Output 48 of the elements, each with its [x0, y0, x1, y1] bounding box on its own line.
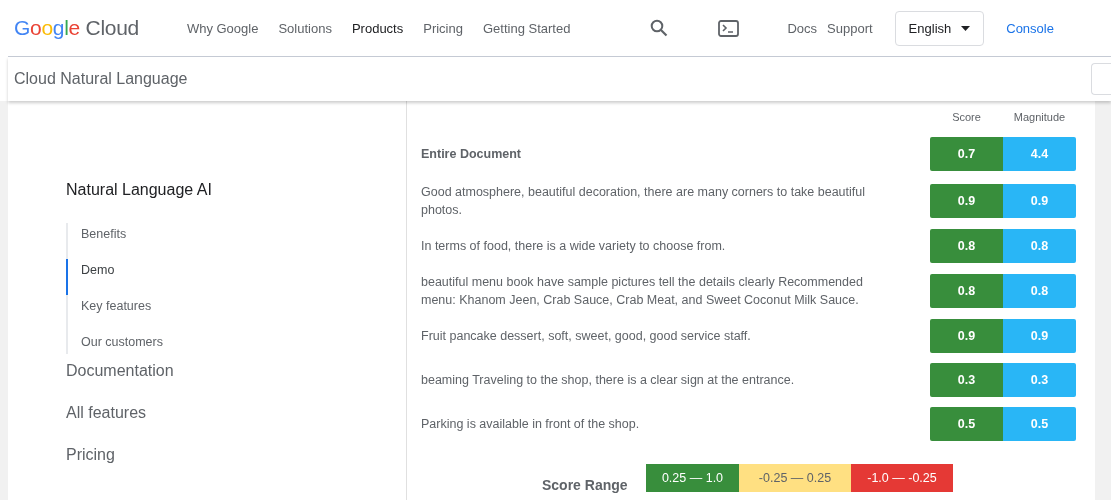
- magnitude-cell: 0.9: [1003, 319, 1076, 353]
- score-cell: 0.9: [930, 184, 1003, 218]
- sidebar-item[interactable]: Key features: [66, 295, 406, 331]
- score-range: -1.0 — -0.25: [851, 464, 953, 492]
- nav-link[interactable]: Solutions: [268, 20, 342, 36]
- nav-link[interactable]: Pricing: [413, 20, 473, 36]
- legend-label: Score Range: [542, 476, 629, 493]
- magnitude-cell: 0.3: [1003, 363, 1076, 397]
- score-cell: 0.8: [930, 274, 1003, 308]
- terminal-icon[interactable]: [718, 19, 740, 37]
- language-dropdown[interactable]: English: [894, 10, 985, 46]
- nav-link[interactable]: Docs: [787, 20, 818, 36]
- nav-link[interactable]: Why Google: [176, 20, 269, 36]
- nav-link[interactable]: Support: [817, 20, 873, 36]
- magnitude-cell: 0.5: [1003, 407, 1076, 441]
- sentence-text: In terms of food, there is a wide variety to choose from.: [421, 238, 727, 255]
- sidebar-section[interactable]: All features: [66, 404, 406, 446]
- search-icon[interactable]: [650, 19, 669, 37]
- score-cell: 0.9: [930, 319, 1003, 353]
- caret-icon: [961, 25, 971, 31]
- magnitude-cell: 0.8: [1003, 274, 1076, 308]
- sentence-text: Fruit pancake dessert, soft, sweet, good, good service staff.: [421, 328, 752, 345]
- score-range: 0.25 — 1.0: [646, 464, 739, 492]
- column-header: Score: [951, 111, 982, 125]
- nav-link[interactable]: Products: [341, 20, 414, 36]
- sentence-text: beautiful menu book have sample pictures tell the details clearly Recommended menu: Khanom Jeen, Crab Sauce, Crab Meat, and Sweet Coconut Milk Sauce.: [421, 274, 864, 309]
- magnitude-cell: 4.4: [1003, 137, 1076, 171]
- score-cell: 0.5: [930, 407, 1003, 441]
- google-cloud-logo[interactable]: Google Cloud: [14, 16, 139, 40]
- console-link[interactable]: Console: [1006, 20, 1054, 36]
- sentence-text: Parking is available in front of the shop.: [421, 416, 641, 433]
- nav-link[interactable]: Getting Started: [473, 20, 581, 36]
- score-cell: 0.8: [930, 229, 1003, 263]
- sidebar-item[interactable]: Our customers: [66, 331, 406, 354]
- score-cell: 0.7: [930, 137, 1003, 171]
- column-header: Magnitude: [1012, 111, 1067, 125]
- magnitude-cell: 0.8: [1003, 229, 1076, 263]
- sidebar-section[interactable]: Documentation: [66, 362, 406, 404]
- document-label: Entire Document: [421, 146, 522, 163]
- sidebar-heading[interactable]: Natural Language AI: [66, 181, 406, 223]
- magnitude-cell: 0.9: [1003, 184, 1076, 218]
- score-cell: 0.3: [930, 363, 1003, 397]
- sentence-text: beaming Traveling to the shop, there is a clear sign at the entrance.: [421, 372, 796, 389]
- score-range: -0.25 — 0.25: [739, 464, 851, 492]
- sidebar-item[interactable]: Benefits: [66, 223, 406, 259]
- sidebar-section[interactable]: Pricing: [66, 446, 406, 488]
- sentence-text: Good atmosphere, beautiful decoration, there are many corners to take beautiful photos.: [421, 184, 866, 219]
- page-title: Cloud Natural Language: [14, 70, 188, 88]
